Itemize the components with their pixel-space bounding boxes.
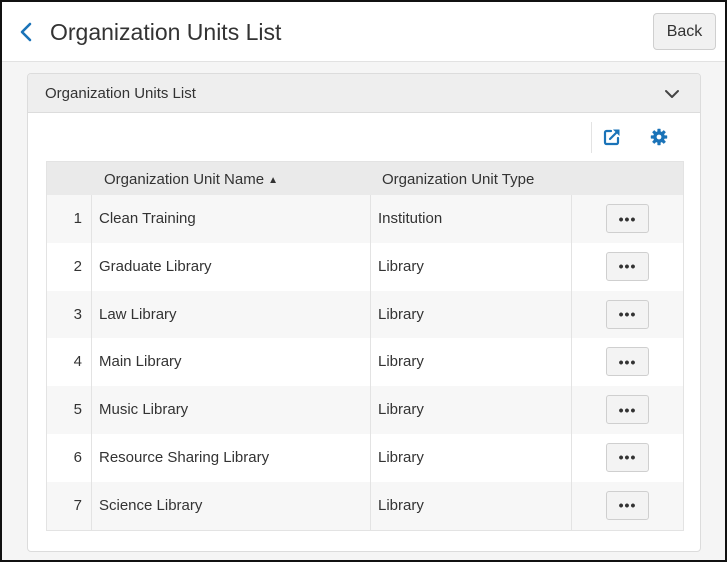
export-icon[interactable]	[603, 128, 621, 146]
table-row: 2 Graduate Library Library •••	[47, 242, 685, 291]
back-button[interactable]: Back	[653, 13, 716, 50]
chevron-down-icon[interactable]	[664, 86, 680, 102]
org-unit-name: Law Library	[92, 290, 371, 339]
panel-title: Organization Units List	[45, 85, 196, 102]
org-unit-name: Resource Sharing Library	[92, 433, 371, 482]
app-window: Organization Units List Back Organizatio…	[0, 0, 727, 562]
column-header-name-label: Organization Unit Name	[104, 171, 265, 188]
row-number: 5	[47, 386, 92, 434]
row-number: 7	[47, 481, 92, 530]
org-unit-type: Library	[371, 386, 572, 434]
table-header: Organization Unit Name ▲ Organization Uni…	[47, 162, 683, 195]
gear-icon[interactable]	[650, 128, 668, 146]
table-body: 1 Clean Training Institution ••• 2 Gradu…	[47, 195, 683, 530]
row-actions-button[interactable]: •••	[606, 347, 649, 377]
column-header-name[interactable]: Organization Unit Name ▲	[104, 171, 278, 188]
row-actions-cell: •••	[572, 338, 685, 386]
row-number: 6	[47, 433, 92, 482]
row-actions-button[interactable]: •••	[606, 395, 649, 425]
org-units-panel: Organization Units List Organization Uni…	[27, 73, 701, 552]
org-unit-type: Library	[371, 338, 572, 387]
org-unit-type: Library	[371, 242, 572, 291]
org-unit-type: Library	[371, 290, 572, 339]
org-unit-name: Main Library	[92, 338, 371, 387]
row-actions-button[interactable]: •••	[606, 299, 649, 329]
org-unit-name: Clean Training	[92, 195, 371, 243]
table-row: 1 Clean Training Institution •••	[47, 195, 683, 243]
row-number: 1	[47, 195, 92, 243]
row-actions-button[interactable]: •••	[606, 490, 649, 520]
row-actions-cell: •••	[572, 291, 685, 339]
row-actions-button[interactable]: •••	[606, 251, 649, 281]
panel-header[interactable]: Organization Units List	[28, 74, 700, 113]
column-header-type[interactable]: Organization Unit Type	[382, 171, 534, 188]
org-unit-name: Science Library	[92, 481, 371, 530]
table-row: 5 Music Library Library •••	[47, 386, 683, 434]
org-unit-name: Graduate Library	[92, 242, 371, 291]
row-actions-button[interactable]: •••	[606, 204, 649, 233]
table-row: 6 Resource Sharing Library Library •••	[47, 433, 685, 482]
row-actions-cell: •••	[572, 434, 685, 482]
table-row: 4 Main Library Library •••	[47, 338, 685, 387]
table-row: 7 Science Library Library •••	[47, 481, 685, 530]
toolbar-divider	[591, 122, 592, 153]
org-unit-type: Library	[371, 433, 572, 482]
table-row: 3 Law Library Library •••	[47, 290, 685, 339]
row-actions-cell: •••	[572, 243, 685, 291]
org-units-table: Organization Unit Name ▲ Organization Uni…	[46, 161, 684, 531]
org-unit-type: Institution	[371, 195, 572, 243]
row-number: 4	[47, 338, 92, 387]
row-number: 2	[47, 242, 92, 291]
org-unit-name: Music Library	[92, 386, 371, 434]
table-toolbar	[28, 113, 700, 161]
chevron-left-icon[interactable]	[16, 20, 38, 44]
page-header: Organization Units List Back	[2, 2, 725, 62]
row-actions-button[interactable]: •••	[606, 442, 649, 472]
row-number: 3	[47, 290, 92, 339]
row-actions-cell: •••	[572, 482, 685, 530]
sort-ascending-icon: ▲	[268, 175, 278, 186]
org-unit-type: Library	[371, 481, 572, 530]
row-actions-cell: •••	[572, 195, 685, 243]
row-actions-cell: •••	[572, 386, 685, 434]
page-title: Organization Units List	[50, 19, 282, 45]
